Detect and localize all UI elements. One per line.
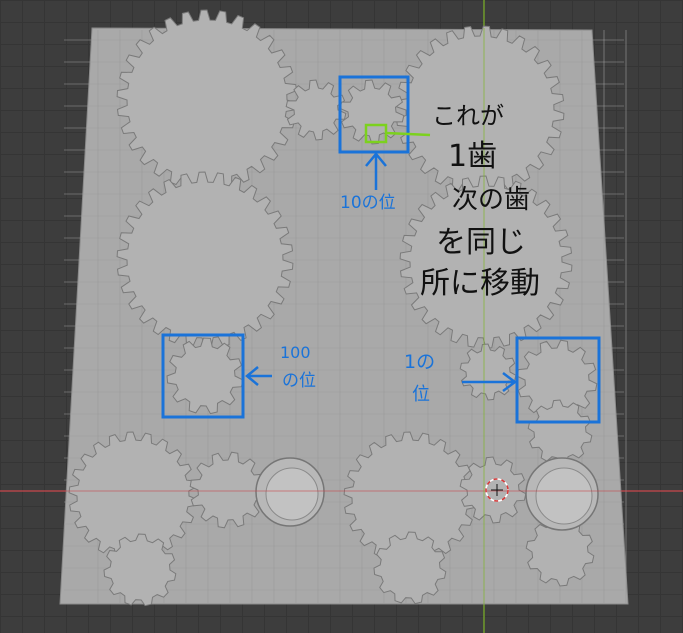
hundreds-label-number: 100 xyxy=(280,343,311,362)
boss-right-inner xyxy=(535,467,593,525)
tens-label: 10の位 xyxy=(340,193,396,213)
note-line-4: を同じ xyxy=(436,225,526,260)
ones-label-suffix: 位 xyxy=(412,384,430,405)
hundreds-label-suffix: の位 xyxy=(282,371,316,391)
boss-left-inner xyxy=(265,467,319,521)
3d-viewport[interactable]: 10の位 100 の位 1の 位 これが 1歯 次の歯 を同じ 所に移動 xyxy=(0,0,683,633)
note-line-2: 1歯 xyxy=(448,139,497,174)
note-line-3: 次の歯 xyxy=(452,185,530,215)
gear-bottom-small-a[interactable] xyxy=(189,451,267,529)
note-line-5: 所に移動 xyxy=(420,266,540,301)
ones-label-number: 1の xyxy=(404,351,435,373)
note-line-1: これが xyxy=(432,102,504,130)
scene-canvas[interactable]: 10の位 100 の位 1の 位 これが 1歯 次の歯 を同じ 所に移動 xyxy=(0,0,683,633)
